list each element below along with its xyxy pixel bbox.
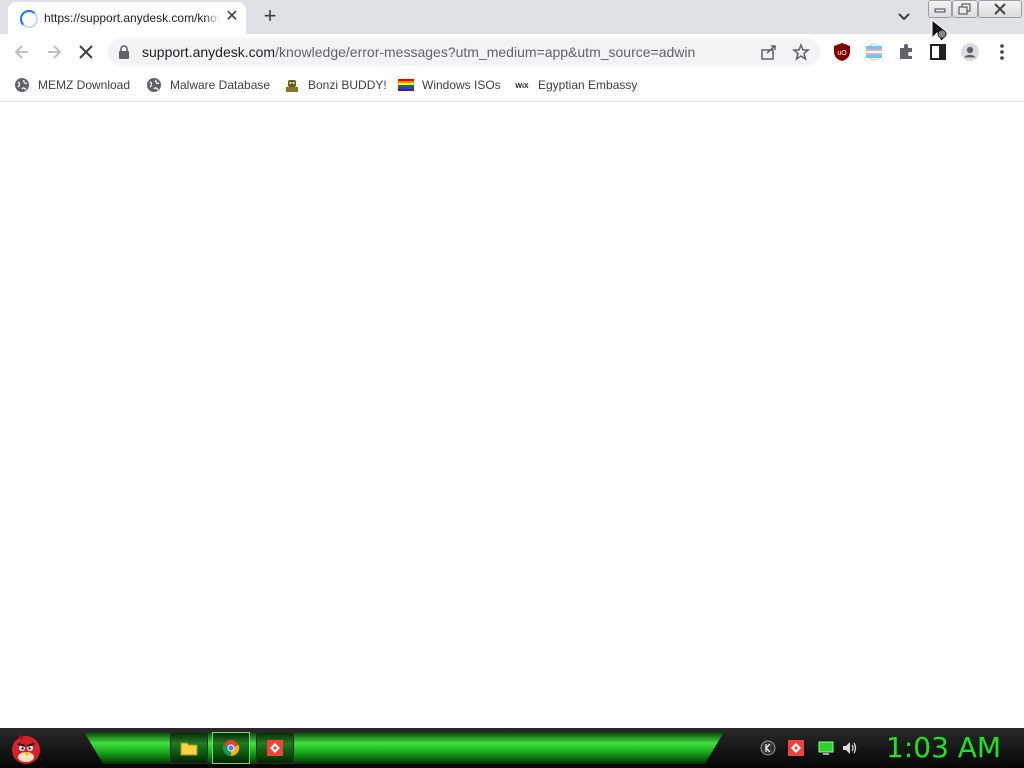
ublock-label: uO xyxy=(837,50,847,57)
restore-button[interactable] xyxy=(952,0,978,18)
close-icon xyxy=(994,3,1006,15)
stop-loading-icon[interactable] xyxy=(76,42,96,62)
mouse-cursor-icon xyxy=(931,18,949,42)
address-bar[interactable]: support.anydesk.com/knowledge/error-mess… xyxy=(108,38,820,66)
bookmark-label: Malware Database xyxy=(170,78,271,92)
bonzi-icon xyxy=(286,80,298,92)
start-button-angry-bird-icon[interactable] xyxy=(6,730,46,766)
globe-icon xyxy=(147,78,161,92)
bookmark-memz-download[interactable]: MEMZ Download xyxy=(14,76,134,94)
tab-title: https://support.anydesk.com/knowledge/er… xyxy=(44,11,220,27)
restore-icon xyxy=(958,3,971,15)
taskbar-clock[interactable]: 1:03 AM xyxy=(886,732,1020,764)
url-text: support.anydesk.com/knowledge/error-mess… xyxy=(142,44,695,60)
bookmark-label: MEMZ Download xyxy=(38,78,131,92)
url-path: /knowledge/error-messages?utm_medium=app… xyxy=(275,44,696,60)
rainbow-flag-icon xyxy=(398,79,414,91)
taskbar-anydesk[interactable] xyxy=(256,732,294,764)
tab-close-button[interactable]: ✕ xyxy=(224,9,240,25)
network-monitor-icon[interactable] xyxy=(818,740,834,756)
globe-icon xyxy=(15,78,29,92)
extensions-puzzle-icon[interactable] xyxy=(896,42,916,62)
minimize-button[interactable] xyxy=(928,0,952,18)
back-arrow-icon[interactable] xyxy=(12,42,32,62)
ublock-origin-icon[interactable]: uO xyxy=(832,42,852,62)
window-controls xyxy=(928,0,1024,18)
taskbar-chrome[interactable] xyxy=(212,732,250,764)
folder-icon xyxy=(180,742,198,756)
chrome-icon xyxy=(222,740,240,757)
forward-arrow-icon[interactable] xyxy=(44,42,64,62)
tab-strip: https://support.anydesk.com/knowledge/er… xyxy=(0,0,1024,34)
minimize-icon xyxy=(934,8,946,13)
lock-icon xyxy=(119,45,129,59)
anydesk-icon xyxy=(267,740,283,756)
bookmark-label: Bonzi BUDDY! xyxy=(308,78,387,92)
chevron-down-icon xyxy=(898,13,910,21)
bookmark-malware-database[interactable]: Malware Database xyxy=(146,76,272,94)
bookmark-egyptian-embassy[interactable]: WiX Egyptian Embassy xyxy=(514,76,638,94)
browser-toolbar: support.anydesk.com/knowledge/error-mess… xyxy=(0,34,1024,70)
tray-k-icon[interactable] xyxy=(760,740,776,756)
side-panel-icon[interactable] xyxy=(928,42,948,62)
bookmark-windows-isos[interactable]: Windows ISOs xyxy=(398,76,502,94)
trans-flag-extension-icon[interactable] xyxy=(864,42,884,62)
taskbar-file-explorer[interactable] xyxy=(170,732,208,764)
close-window-button[interactable] xyxy=(978,0,1022,18)
tray-anydesk-icon[interactable] xyxy=(788,740,804,756)
bookmarks-bar: MEMZ Download Malware Database Bonzi BUD… xyxy=(0,70,1024,102)
bookmark-label: Egyptian Embassy xyxy=(538,78,638,92)
bookmark-bonzi-buddy[interactable]: Bonzi BUDDY! xyxy=(284,76,387,94)
new-tab-button[interactable]: + xyxy=(258,5,282,29)
volume-speaker-icon[interactable] xyxy=(842,740,858,756)
page-content xyxy=(0,102,1024,728)
url-host: support.anydesk.com xyxy=(142,44,276,60)
wix-icon: WiX xyxy=(515,83,528,90)
bookmark-star-icon[interactable] xyxy=(792,43,810,61)
taskbar: 1:03 AM xyxy=(0,728,1024,768)
loading-spinner-icon xyxy=(20,10,38,28)
menu-kebab-icon[interactable] xyxy=(992,42,1012,62)
wix-text: WiX xyxy=(515,83,528,90)
profile-avatar-icon[interactable] xyxy=(960,42,980,62)
tab-active[interactable]: https://support.anydesk.com/knowledge/er… xyxy=(8,2,246,34)
tab-search-button[interactable] xyxy=(894,8,914,26)
share-icon[interactable] xyxy=(760,43,778,61)
bookmark-label: Windows ISOs xyxy=(422,78,501,92)
